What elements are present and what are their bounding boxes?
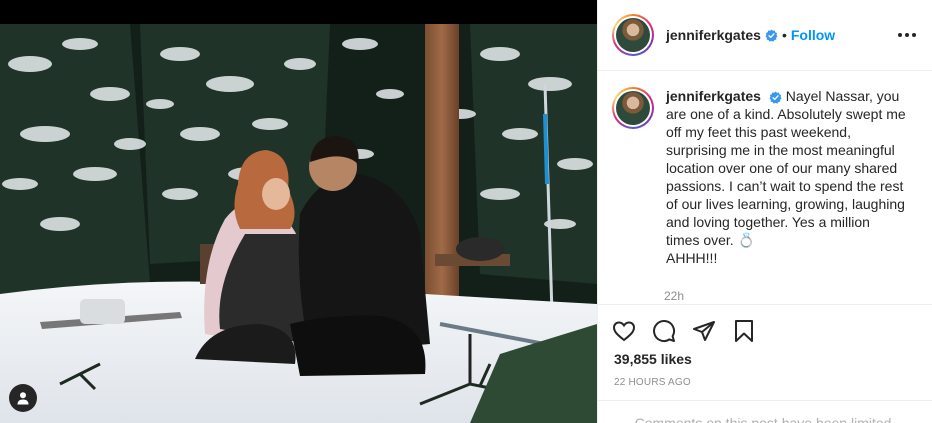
bookmark-icon[interactable] <box>732 319 756 343</box>
header-username[interactable]: jenniferkgates <box>666 27 761 43</box>
caption-text-block: jenniferkgates Nayel Nassar, you are one… <box>666 87 906 267</box>
comments-limited-notice: Comments on this post have been limited. <box>598 400 932 423</box>
caption-section: jenniferkgates Nayel Nassar, you are one… <box>598 71 932 305</box>
comment-icon[interactable] <box>652 319 676 343</box>
separator-dot: • <box>781 27 787 43</box>
caption-body: Nayel Nassar, you are one of a kind. Abs… <box>666 88 906 266</box>
heart-icon[interactable] <box>612 319 636 343</box>
verified-badge-icon <box>765 29 778 42</box>
caption-avatar[interactable] <box>612 87 654 129</box>
post-photo[interactable] <box>0 0 597 423</box>
user-tag-icon[interactable] <box>9 384 37 412</box>
verified-badge-icon <box>769 91 782 104</box>
snow-forest-image <box>0 24 597 423</box>
caption-username[interactable]: jenniferkgates <box>666 88 761 104</box>
post-details-panel: jenniferkgates • Follow jenniferkgates N… <box>597 0 932 423</box>
avatar[interactable] <box>612 14 654 56</box>
post-timestamp[interactable]: 22 HOURS AGO <box>614 377 691 388</box>
share-icon[interactable] <box>692 319 716 343</box>
more-options-icon[interactable] <box>898 33 916 37</box>
likes-count[interactable]: 39,855 likes <box>614 351 692 367</box>
follow-button[interactable]: Follow <box>791 27 835 43</box>
post-header: jenniferkgates • Follow <box>598 0 932 71</box>
photo-top-bar <box>0 0 597 24</box>
action-bar <box>612 316 918 346</box>
caption-timestamp[interactable]: 22h <box>664 289 684 303</box>
